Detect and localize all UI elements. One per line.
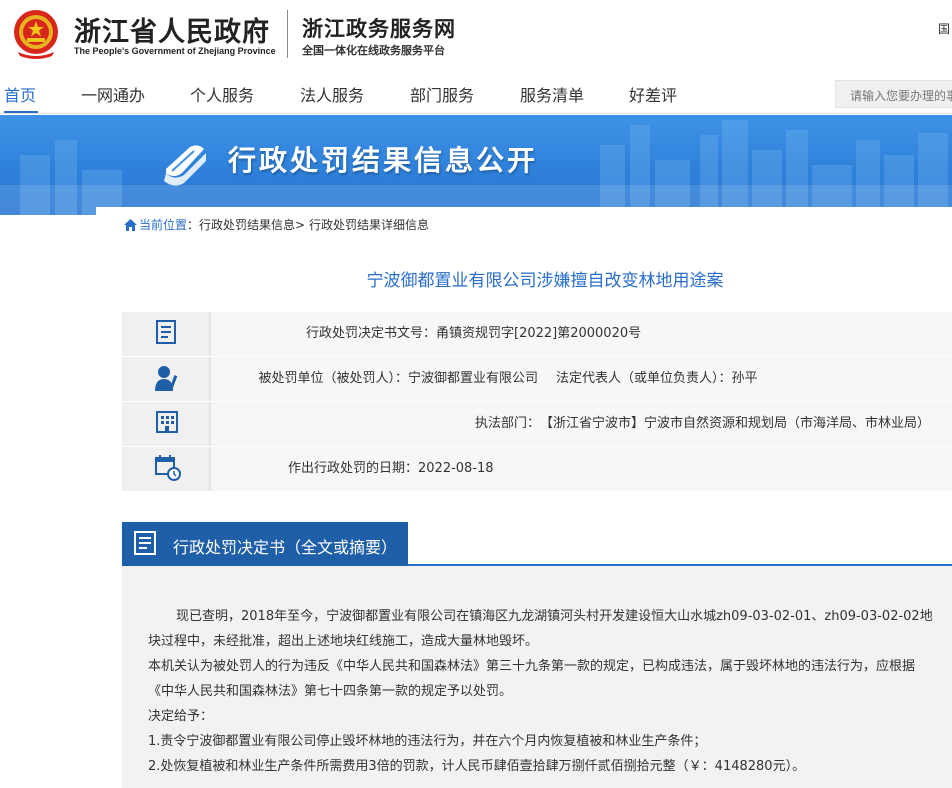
book-icon xyxy=(164,145,206,186)
decision-tab-label: 行政处罚决定书（全文或摘要） xyxy=(173,538,398,557)
info-row-punished-party: 被处罚单位（被处罚人）：宁波御都置业有限公司 法定代表人（或单位负责人）：孙平 xyxy=(122,357,952,402)
decision-paragraph: 本机关认为被处罚人的行为违反《中华人民共和国森林法》第三十九条第一款的规定，已构… xyxy=(148,659,916,699)
breadcrumb: 当前位置：行政处罚结果信息> 行政处罚结果详细信息 xyxy=(124,216,429,233)
gov-title[interactable]: 浙江省人民政府 xyxy=(74,10,270,49)
case-title: 宁波御都置业有限公司涉嫌擅自改变林地用途案 xyxy=(366,271,724,291)
info-value: 甬镇资规罚字[2022]第2000020号 xyxy=(436,326,642,341)
nav-item-department[interactable]: 部门服务 xyxy=(410,82,474,106)
info-value: 宁波御都置业有限公司 xyxy=(408,371,539,386)
info-value-secondary: 孙平 xyxy=(731,371,758,386)
info-label-secondary: 法定代表人（或单位负责人）： xyxy=(556,371,732,386)
site-header: 浙江省人民政府 The People's Government of Zheji… xyxy=(0,0,952,70)
info-row-document-number: 行政处罚决定书文号：甬镇资规罚字[2022]第2000020号 xyxy=(122,312,952,357)
info-label: 执法部门： xyxy=(474,416,540,431)
calendar-icon xyxy=(155,455,181,481)
decision-header: 行政处罚决定书（全文或摘要） xyxy=(122,522,952,566)
decision-paragraph: 现已查明，2018年至今，宁波御都置业有限公司在镇海区九龙湖镇河头村开发建设恒大… xyxy=(148,609,933,649)
main-nav: 首页 一网通办 个人服务 法人服务 部门服务 服务清单 好差评 请输入您要办理的… xyxy=(0,72,952,114)
gov-subtitle: The People's Government of Zhejiang Prov… xyxy=(74,46,276,56)
case-info-table: 行政处罚决定书文号：甬镇资规罚字[2022]第2000020号 被处罚单位（被处… xyxy=(122,312,952,492)
nav-active-underline xyxy=(4,111,38,113)
breadcrumb-separator: ： xyxy=(187,218,200,232)
nav-item-personal[interactable]: 个人服务 xyxy=(190,82,254,106)
person-icon xyxy=(155,366,178,391)
nav-item-rating[interactable]: 好差评 xyxy=(629,82,677,106)
service-title[interactable]: 浙江政务服务网 xyxy=(302,13,456,43)
banner-title: 行政处罚结果信息公开 xyxy=(228,144,539,177)
info-value: 【浙江省宁波市】宁波市自然资源和规划局（市海洋局、市林业局） xyxy=(540,416,931,431)
document-list-icon xyxy=(134,531,156,555)
breadcrumb-home[interactable]: 当前位置 xyxy=(139,218,187,232)
search-input[interactable]: 请输入您要办理的事 xyxy=(835,80,952,108)
nav-item-service-list[interactable]: 服务清单 xyxy=(520,82,584,106)
decision-item: 2.处恢复植被和林业生产条件所需费用3倍的罚款，计人民币肆佰壹拾肆万捌仟贰佰捌拾… xyxy=(148,759,806,774)
nav-item-legal-person[interactable]: 法人服务 xyxy=(300,82,364,106)
breadcrumb-level2: 行政处罚结果详细信息 xyxy=(308,218,429,232)
nav-item-home[interactable]: 首页 xyxy=(4,82,36,106)
info-label: 作出行政处罚的日期： xyxy=(287,461,418,476)
header-divider xyxy=(287,10,288,58)
breadcrumb-arrow: > xyxy=(295,218,306,232)
page-banner: 行政处罚结果信息公开 xyxy=(0,115,952,215)
decision-tab[interactable]: 行政处罚决定书（全文或摘要） xyxy=(122,522,408,566)
info-label: 行政处罚决定书文号： xyxy=(305,326,436,341)
decision-text: 现已查明，2018年至今，宁波御都置业有限公司在镇海区九龙湖镇河头村开发建设恒大… xyxy=(148,604,938,779)
decision-paragraph: 决定给予： xyxy=(148,709,214,724)
building-icon xyxy=(156,411,178,433)
service-subtitle: 全国一体化在线政务服务平台 xyxy=(302,44,445,57)
info-row-enforcement-department: 执法部门：【浙江省宁波市】宁波市自然资源和规划局（市海洋局、市林业局） xyxy=(122,402,952,447)
document-icon xyxy=(156,320,176,344)
breadcrumb-level1[interactable]: 行政处罚结果信息 xyxy=(199,218,295,232)
decision-item: 1.责令宁波御都置业有限公司停止毁坏林地的违法行为，并在六个月内恢复植被和林业生… xyxy=(148,734,707,749)
info-label: 被处罚单位（被处罚人）： xyxy=(258,371,408,386)
home-icon xyxy=(124,219,137,231)
nav-item-one-stop[interactable]: 一网通办 xyxy=(81,82,145,106)
national-emblem-icon xyxy=(14,10,58,59)
header-right-link[interactable]: 国 xyxy=(938,20,950,37)
info-value: 2022-08-18 xyxy=(418,461,494,476)
info-row-penalty-date: 作出行政处罚的日期：2022-08-18 xyxy=(122,447,952,492)
